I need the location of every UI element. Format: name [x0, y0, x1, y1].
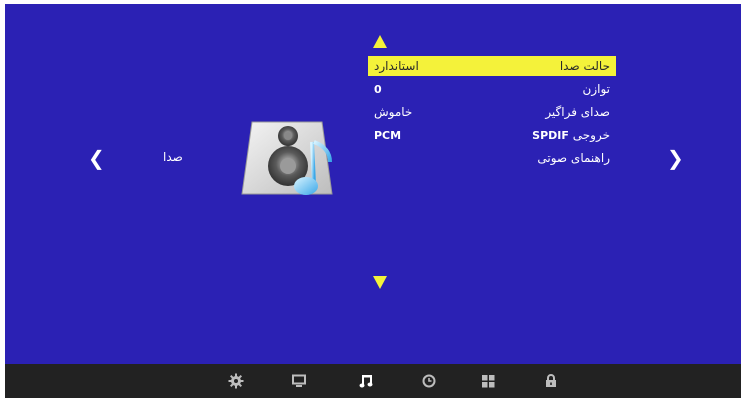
- menu-item-value: 0: [374, 82, 382, 96]
- scroll-down-arrow-icon[interactable]: [373, 276, 387, 289]
- tv-menu-screen: ❮ ❯ صدا استاندارد حالت صدا 0 توازن خاموش…: [0, 0, 746, 402]
- menu-item-label-latin: SPDIF: [532, 129, 569, 142]
- menu-item-value: PCM: [374, 128, 402, 142]
- next-page-arrow-icon[interactable]: ❯: [667, 148, 684, 168]
- menu-item-surround-sound[interactable]: خاموش صدای فراگیر: [368, 102, 616, 122]
- menu-item-balance[interactable]: 0 توازن: [368, 79, 616, 99]
- clock-icon: [422, 374, 436, 388]
- gear-icon: [228, 373, 244, 389]
- speaker-icon: [241, 121, 333, 195]
- music-note-icon: [359, 375, 373, 388]
- tab-apps[interactable]: [479, 372, 497, 390]
- tab-settings[interactable]: [227, 372, 245, 390]
- menu-item-label-prefix: خروجی: [572, 128, 610, 142]
- menu-item-value: خاموش: [374, 105, 413, 119]
- menu-item-label: حالت صدا: [559, 59, 610, 73]
- monitor-icon: [292, 374, 306, 387]
- grid-icon: [481, 374, 494, 387]
- lock-icon: [546, 374, 556, 387]
- previous-page-arrow-icon[interactable]: ❮: [88, 148, 105, 168]
- category-tab-bar: [5, 364, 741, 398]
- tab-time[interactable]: [420, 372, 438, 390]
- tab-lock[interactable]: [542, 372, 560, 390]
- section-title: صدا: [163, 150, 183, 164]
- scroll-up-arrow-icon[interactable]: [373, 35, 387, 48]
- tab-picture[interactable]: [290, 372, 308, 390]
- menu-item-value: استاندارد: [374, 59, 419, 73]
- menu-item-label: راهنمای صوتی: [537, 151, 610, 165]
- menu-item-spdif-output[interactable]: PCM خروجی SPDIF: [368, 125, 616, 145]
- menu-item-sound-mode[interactable]: استاندارد حالت صدا: [368, 56, 616, 76]
- menu-item-label: توازن: [582, 82, 610, 96]
- menu-item-label: صدای فراگیر: [545, 105, 610, 119]
- menu-item-label: خروجی SPDIF: [532, 128, 610, 142]
- menu-item-audio-guide[interactable]: راهنمای صوتی: [368, 148, 616, 168]
- tab-sound[interactable]: [357, 372, 375, 390]
